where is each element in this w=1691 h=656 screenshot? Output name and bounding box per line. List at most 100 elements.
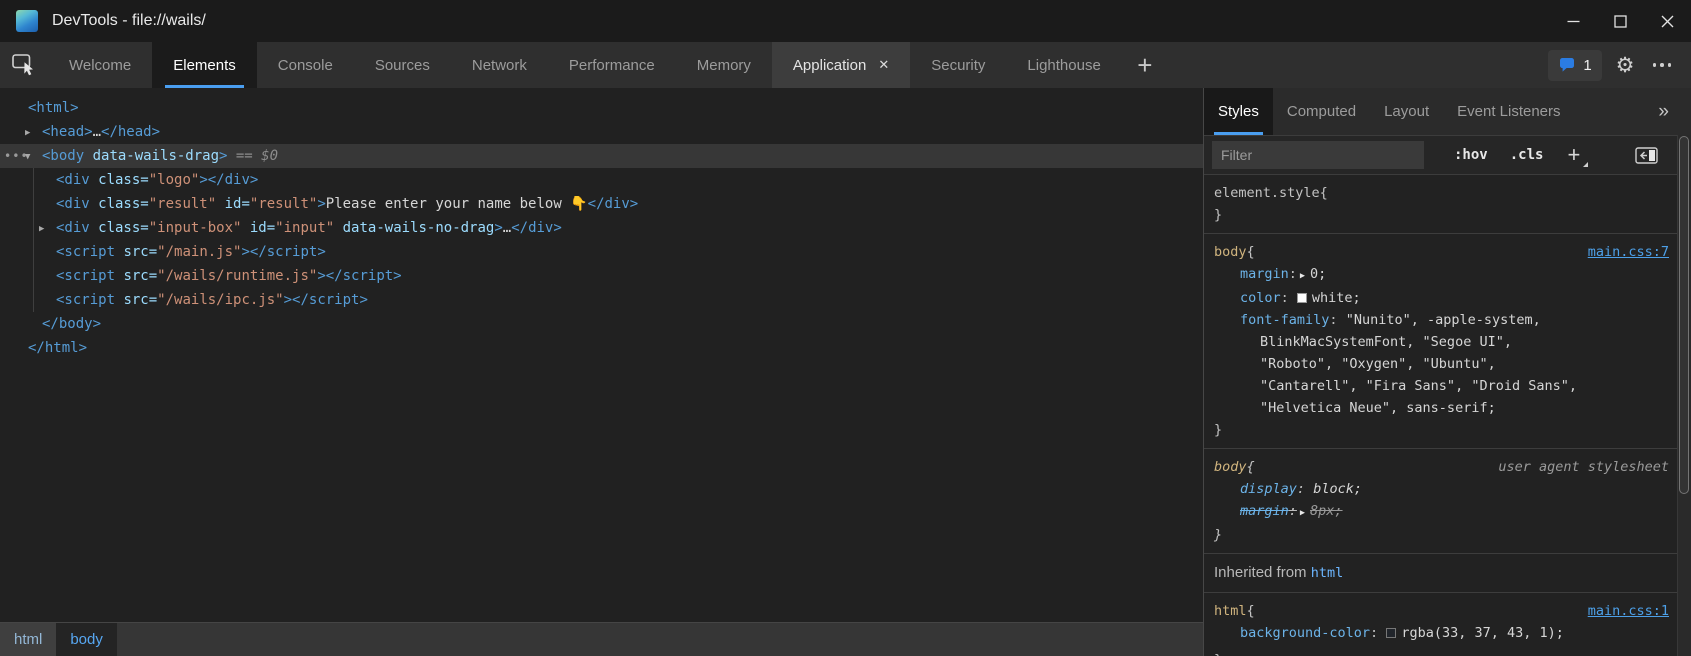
property-value[interactable]: white; <box>1312 290 1361 306</box>
toggle-class-button[interactable]: .cls <box>1510 147 1544 163</box>
inherited-node-link[interactable]: html <box>1311 565 1344 581</box>
inspect-element-button[interactable] <box>0 42 48 88</box>
tree-row[interactable]: <div class="result" id="result">Please e… <box>0 192 1203 216</box>
code-token: "/wails/runtime.js" <box>157 268 317 284</box>
tab-label: Sources <box>375 57 430 74</box>
tree-row[interactable]: ▶<head>…</head> <box>0 120 1203 144</box>
minimize-button[interactable] <box>1550 0 1597 42</box>
more-tabs-chevron-icon[interactable]: » <box>1658 101 1669 123</box>
property-name[interactable]: text-align <box>1240 647 1321 649</box>
stylesheet-link[interactable]: main.css:1 <box>1588 600 1669 622</box>
tree-row[interactable]: •••▼<body data-wails-drag> == $0 <box>0 144 1203 168</box>
property-colon: : <box>1321 647 1329 649</box>
css-property[interactable]: color: white; <box>1214 287 1677 309</box>
inspect-cursor-icon <box>12 54 36 76</box>
tab-lighthouse[interactable]: Lighthouse <box>1006 42 1121 88</box>
code-token: $0 <box>261 148 278 164</box>
property-name[interactable]: font-family <box>1240 312 1329 328</box>
expand-down-icon[interactable]: ▼ <box>25 145 30 169</box>
scrollbar-track[interactable] <box>1677 135 1691 656</box>
close-window-button[interactable] <box>1644 0 1691 42</box>
tree-row[interactable]: <div class="logo"></div> <box>0 168 1203 192</box>
property-value-continuation: "Cantarell", "Fira Sans", "Droid Sans", <box>1214 375 1677 397</box>
property-name[interactable]: display <box>1240 481 1297 497</box>
elements-panel: <html>▶<head>…</head>•••▼<body data-wail… <box>0 88 1203 656</box>
code-token: ></script> <box>241 244 325 260</box>
expand-right-icon[interactable]: ▶ <box>39 217 44 241</box>
tab-label: Performance <box>569 57 655 74</box>
expand-value-icon[interactable]: ▶ <box>1300 271 1305 281</box>
code-token: <body <box>42 148 84 164</box>
rule-selector[interactable]: element.style <box>1214 182 1320 204</box>
close-tab-icon[interactable]: ✕ <box>878 57 889 73</box>
tree-row[interactable]: <html> <box>0 96 1203 120</box>
tab-label: Welcome <box>69 57 131 74</box>
tab-network[interactable]: Network <box>451 42 548 88</box>
rule-header: html {main.css:1 <box>1214 600 1677 622</box>
stylesheet-origin: user agent stylesheet <box>1498 456 1669 478</box>
tab-sources[interactable]: Sources <box>354 42 451 88</box>
add-tab-button[interactable]: + <box>1122 42 1168 88</box>
rule-selector[interactable]: body <box>1214 241 1247 263</box>
new-style-rule-button[interactable]: + <box>1567 144 1580 166</box>
more-options-icon[interactable] <box>1649 63 1676 67</box>
rule-header: body { main.css:7 <box>1214 241 1677 263</box>
tree-row[interactable]: ▶<div class="input-box" id="input" data-… <box>0 216 1203 240</box>
dom-tree: <html>▶<head>…</head>•••▼<body data-wail… <box>0 88 1203 622</box>
tab-elements[interactable]: Elements <box>152 42 257 88</box>
tab-layout[interactable]: Layout <box>1370 88 1443 135</box>
rule-selector[interactable]: html <box>1214 600 1247 622</box>
expand-value-icon[interactable]: ▶ <box>1300 508 1305 518</box>
property-name[interactable]: margin <box>1240 266 1289 282</box>
css-property[interactable]: background-color: rgba(33, 37, 43, 1); <box>1214 622 1677 644</box>
tree-row[interactable]: </html> <box>0 336 1203 360</box>
tree-row[interactable]: <script src="/main.js"></script> <box>0 240 1203 264</box>
color-swatch[interactable] <box>1297 293 1307 303</box>
feedback-badge[interactable]: 1 <box>1548 50 1601 81</box>
property-value[interactable]: block; <box>1313 481 1362 497</box>
property-name[interactable]: margin <box>1240 503 1289 519</box>
scrollbar-thumb[interactable] <box>1679 136 1689 494</box>
property-value[interactable]: 8px; <box>1310 503 1343 519</box>
tab-event-listeners[interactable]: Event Listeners <box>1443 88 1574 135</box>
tree-row[interactable]: </body> <box>0 312 1203 336</box>
window-controls <box>1550 0 1691 42</box>
rule-selector[interactable]: body <box>1214 456 1247 478</box>
tab-welcome[interactable]: Welcome <box>48 42 152 88</box>
tab-computed[interactable]: Computed <box>1273 88 1370 135</box>
property-name[interactable]: background-color <box>1240 625 1370 641</box>
tab-security[interactable]: Security <box>910 42 1006 88</box>
code-token: </div> <box>511 220 562 236</box>
tree-row[interactable]: <script src="/wails/ipc.js"></script> <box>0 288 1203 312</box>
property-value[interactable]: rgba(33, 37, 43, 1); <box>1401 625 1564 641</box>
tab-console[interactable]: Console <box>257 42 354 88</box>
stylesheet-link[interactable]: main.css:7 <box>1588 241 1669 263</box>
css-property[interactable]: display: block; <box>1214 478 1677 500</box>
css-property[interactable]: font-family: "Nunito", -apple-system, <box>1214 309 1677 331</box>
code-token: </head> <box>101 124 160 140</box>
toggle-sidebar-button[interactable] <box>1635 147 1659 164</box>
settings-gear-icon[interactable]: ⚙ <box>1616 55 1635 76</box>
toggle-hover-state-button[interactable]: :hov <box>1454 147 1488 163</box>
breadcrumb-item-html[interactable]: html <box>0 623 56 656</box>
code-token: > <box>494 220 502 236</box>
expand-right-icon[interactable]: ▶ <box>25 121 30 145</box>
open-brace: { <box>1247 241 1255 263</box>
tab-performance[interactable]: Performance <box>548 42 676 88</box>
style-rule: element.style {} <box>1204 175 1677 234</box>
style-rule: body {user agent stylesheetdisplay: bloc… <box>1204 449 1677 554</box>
tab-application[interactable]: Application✕ <box>772 42 910 88</box>
tab-styles[interactable]: Styles <box>1204 88 1273 135</box>
breadcrumb-item-body[interactable]: body <box>56 623 117 656</box>
tree-row[interactable]: <script src="/wails/runtime.js"></script… <box>0 264 1203 288</box>
styles-filter-input[interactable] <box>1212 141 1424 169</box>
tab-memory[interactable]: Memory <box>676 42 772 88</box>
property-value[interactable]: center; <box>1338 647 1395 649</box>
property-name[interactable]: color <box>1240 290 1281 306</box>
css-property[interactable]: margin:▶0; <box>1214 263 1677 287</box>
maximize-button[interactable] <box>1597 0 1644 42</box>
property-value[interactable]: "Nunito", -apple-system, <box>1346 312 1541 328</box>
color-swatch[interactable] <box>1386 628 1396 638</box>
property-value[interactable]: 0; <box>1310 266 1326 282</box>
css-property[interactable]: margin:▶8px; <box>1214 500 1677 524</box>
